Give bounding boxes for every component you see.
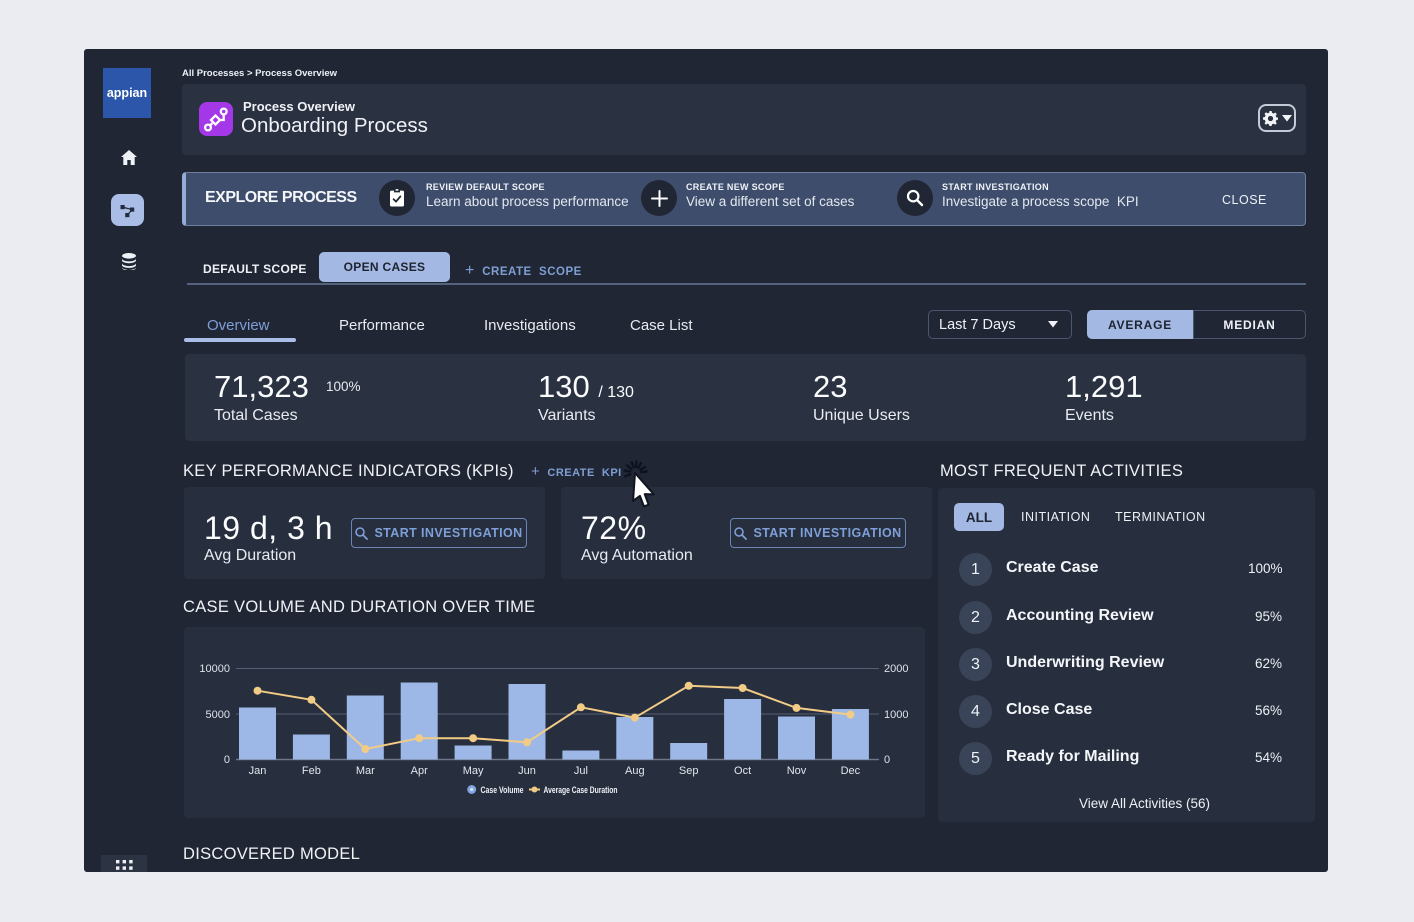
svg-text:Apr: Apr bbox=[411, 765, 428, 777]
svg-text:Jan: Jan bbox=[249, 765, 267, 777]
svg-text:0: 0 bbox=[884, 754, 890, 766]
svg-text:Mar: Mar bbox=[356, 765, 375, 777]
svg-text:2000: 2000 bbox=[884, 663, 908, 675]
svg-text:Case Volume: Case Volume bbox=[481, 785, 524, 796]
svg-text:Aug: Aug bbox=[625, 765, 645, 777]
svg-text:10000: 10000 bbox=[199, 663, 230, 675]
svg-text:Average Case Duration: Average Case Duration bbox=[544, 785, 618, 796]
svg-text:0: 0 bbox=[224, 754, 230, 766]
svg-text:Jul: Jul bbox=[574, 765, 588, 777]
svg-text:Oct: Oct bbox=[734, 765, 751, 777]
svg-text:Sep: Sep bbox=[679, 765, 699, 777]
svg-text:1000: 1000 bbox=[884, 709, 908, 721]
svg-text:Dec: Dec bbox=[841, 765, 861, 777]
svg-text:May: May bbox=[463, 765, 484, 777]
svg-text:Nov: Nov bbox=[787, 765, 807, 777]
svg-text:Jun: Jun bbox=[518, 765, 536, 777]
svg-text:Feb: Feb bbox=[302, 765, 321, 777]
svg-text:5000: 5000 bbox=[206, 709, 230, 721]
